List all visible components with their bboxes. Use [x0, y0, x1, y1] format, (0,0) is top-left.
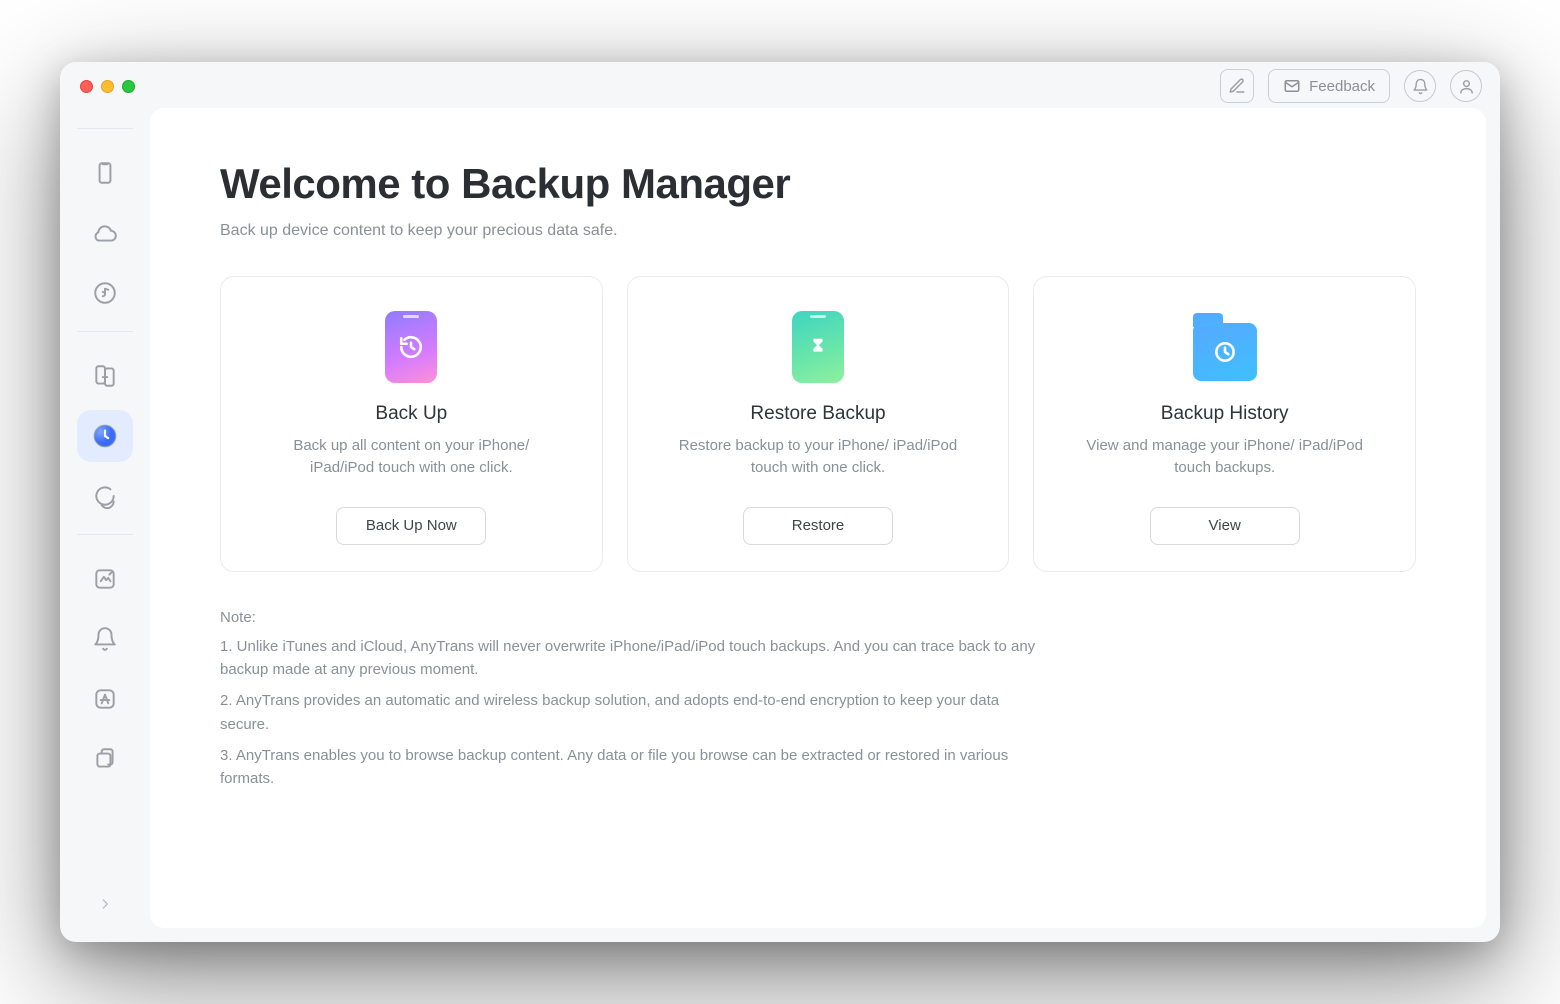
chat-icon [92, 483, 118, 509]
window-controls [80, 80, 135, 93]
restore-button[interactable]: Restore [743, 507, 893, 545]
feedback-label: Feedback [1309, 78, 1375, 95]
mirror-icon [92, 566, 118, 592]
mail-icon [1283, 77, 1301, 95]
sidebar-divider [77, 128, 133, 129]
hourglass-icon [807, 336, 829, 358]
account-button[interactable] [1450, 70, 1482, 102]
card-title: Back Up [375, 403, 447, 425]
app-store-icon [92, 686, 118, 712]
option-cards: Back Up Back up all content on your iPho… [220, 276, 1416, 572]
notes-section: Note: 1. Unlike iTunes and iCloud, AnyTr… [220, 606, 1040, 791]
compose-icon [1228, 77, 1246, 95]
app-window: Feedback [60, 62, 1500, 942]
card-desc: Restore backup to your iPhone/ iPad/iPod… [678, 435, 958, 479]
card-backup-icon [379, 307, 443, 387]
sidebar-item-app-downloader[interactable] [77, 673, 133, 725]
phone-switch-icon [92, 363, 118, 389]
card-title: Backup History [1161, 403, 1289, 425]
card-restore-icon [786, 307, 850, 387]
card-restore: Restore Backup Restore backup to your iP… [627, 276, 1010, 572]
main-content: Welcome to Backup Manager Back up device… [150, 108, 1486, 928]
backup-now-button[interactable]: Back Up Now [336, 507, 486, 545]
phone-icon [92, 160, 118, 186]
clock-history-icon [92, 423, 118, 449]
sidebar-item-media[interactable] [77, 267, 133, 319]
sidebar-item-phone-switcher[interactable] [77, 350, 133, 402]
note-line: 2. AnyTrans provides an automatic and wi… [220, 689, 1040, 736]
sidebar-divider [77, 534, 133, 535]
windows-icon [92, 746, 118, 772]
card-backup: Back Up Back up all content on your iPho… [220, 276, 603, 572]
zoom-window-button[interactable] [122, 80, 135, 93]
sidebar-collapse-button[interactable] [89, 888, 121, 920]
note-line: 3. AnyTrans enables you to browse backup… [220, 744, 1040, 791]
page-subtitle: Back up device content to keep your prec… [220, 222, 1416, 240]
sidebar-item-screen-mirroring[interactable] [77, 553, 133, 605]
sidebar [60, 110, 150, 942]
sidebar-item-device[interactable] [77, 147, 133, 199]
card-history: Backup History View and manage your iPho… [1033, 276, 1416, 572]
notifications-button[interactable] [1404, 70, 1436, 102]
feedback-button[interactable]: Feedback [1268, 69, 1390, 103]
notes-heading: Note: [220, 606, 1040, 629]
minimize-window-button[interactable] [101, 80, 114, 93]
bell-outline-icon [92, 626, 118, 652]
sidebar-item-more[interactable] [77, 733, 133, 785]
card-title: Restore Backup [750, 403, 885, 425]
sidebar-item-backup-manager[interactable] [77, 410, 133, 462]
sidebar-item-ringtone[interactable] [77, 613, 133, 665]
music-icon [92, 280, 118, 306]
close-window-button[interactable] [80, 80, 93, 93]
bell-icon [1412, 78, 1429, 95]
note-line: 1. Unlike iTunes and iCloud, AnyTrans wi… [220, 635, 1040, 682]
titlebar: Feedback [60, 62, 1500, 110]
clock-icon [1212, 339, 1238, 365]
sidebar-item-icloud[interactable] [77, 207, 133, 259]
chevron-right-icon [98, 897, 112, 911]
sidebar-item-social-messages[interactable] [77, 470, 133, 522]
page-title: Welcome to Backup Manager [220, 160, 1416, 208]
cloud-icon [92, 220, 118, 246]
history-icon [398, 334, 424, 360]
card-desc: View and manage your iPhone/ iPad/iPod t… [1085, 435, 1365, 479]
header-actions: Feedback [1220, 62, 1482, 110]
card-history-icon [1193, 307, 1257, 387]
view-history-button[interactable]: View [1150, 507, 1300, 545]
user-icon [1458, 78, 1475, 95]
sidebar-divider [77, 331, 133, 332]
compose-button[interactable] [1220, 69, 1254, 103]
card-desc: Back up all content on your iPhone/ iPad… [271, 435, 551, 479]
